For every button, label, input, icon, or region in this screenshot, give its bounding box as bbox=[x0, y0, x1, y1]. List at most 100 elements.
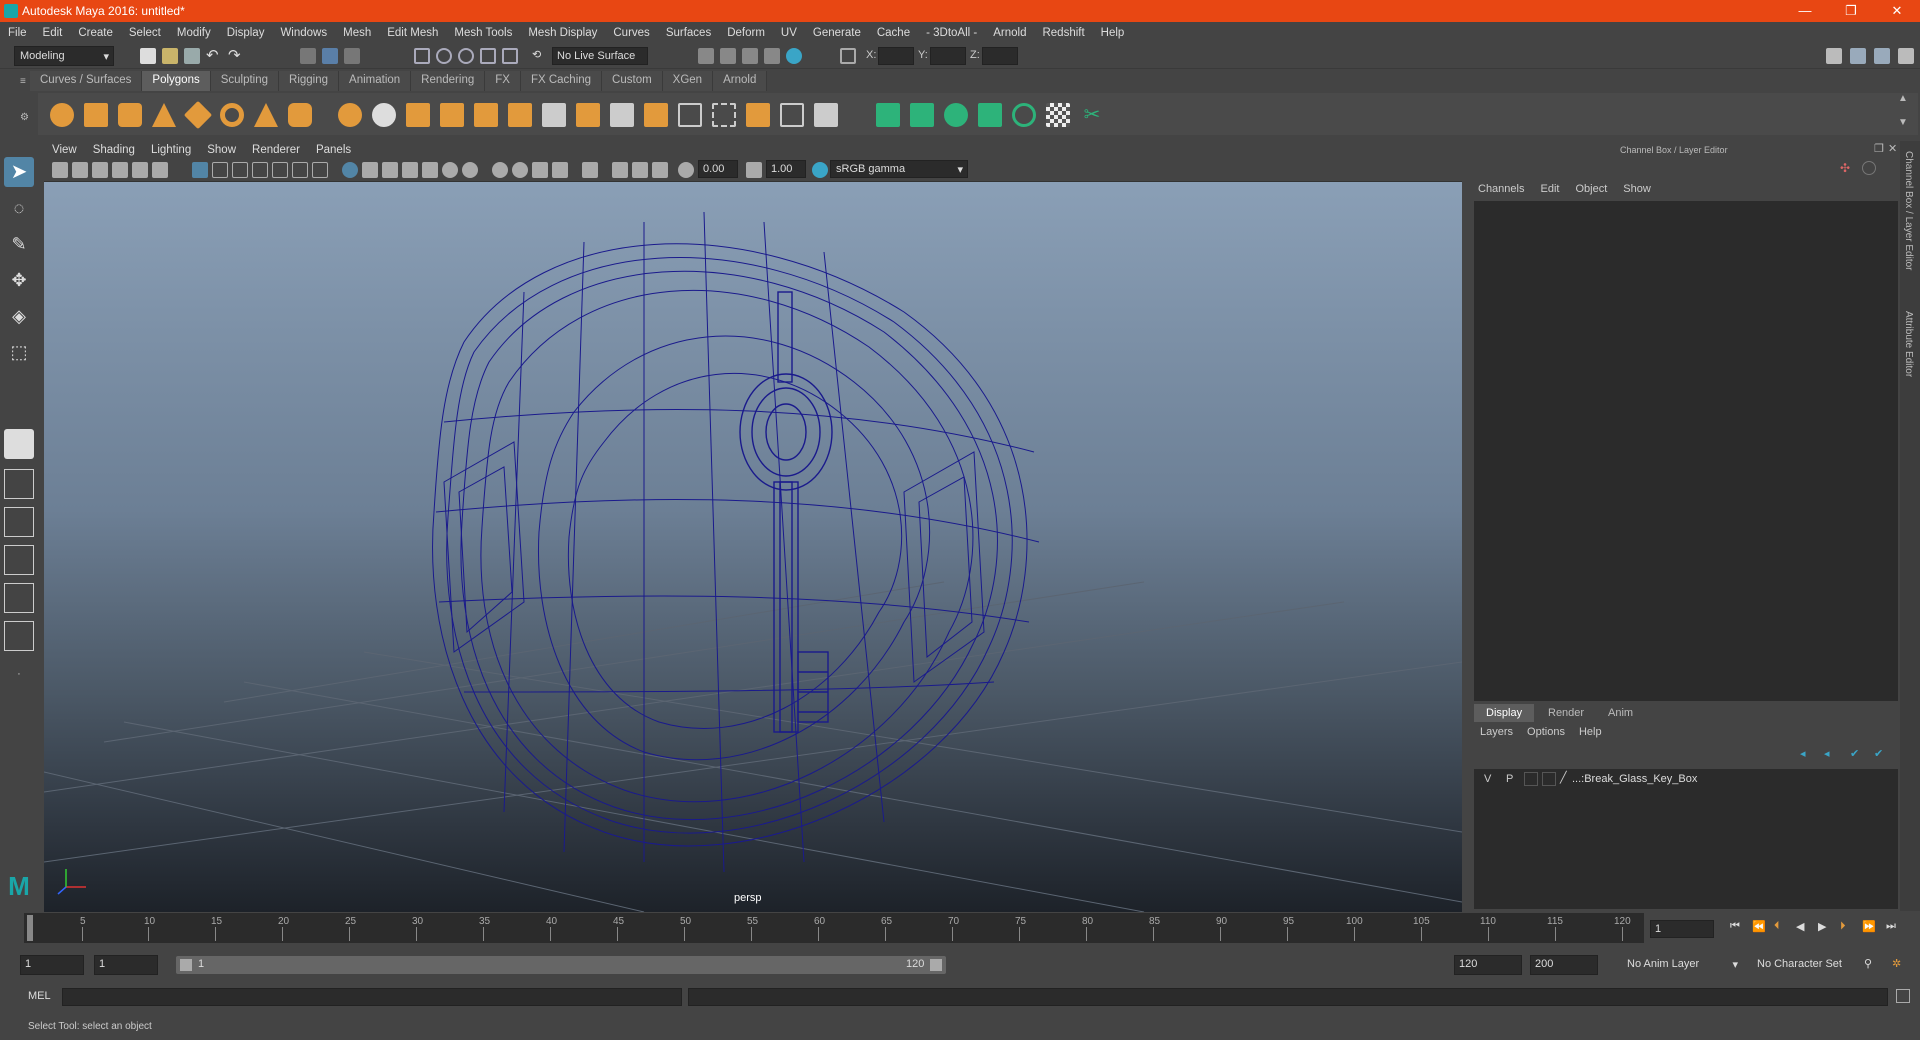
append-polygon-icon[interactable] bbox=[644, 103, 668, 127]
layer-type-toggle[interactable] bbox=[1524, 772, 1538, 786]
ipr-render-icon[interactable] bbox=[764, 48, 780, 64]
step-back-key-icon[interactable]: ⏪ bbox=[1752, 920, 1766, 933]
step-forward-key-icon[interactable]: ⏩ bbox=[1862, 920, 1876, 933]
exposure-icon[interactable] bbox=[678, 162, 694, 178]
poly-cone-icon[interactable] bbox=[152, 103, 176, 127]
channel-box-toggle-icon[interactable] bbox=[1898, 48, 1914, 64]
channel-menu-show[interactable]: Show bbox=[1615, 183, 1659, 201]
cut-uv-icon[interactable]: ✂ bbox=[1080, 103, 1104, 127]
layer-row[interactable]: V P ╱ ...:Break_Glass_Key_Box bbox=[1474, 769, 1898, 789]
menu-surfaces[interactable]: Surfaces bbox=[658, 27, 719, 39]
insert-edge-loop-icon[interactable] bbox=[576, 103, 600, 127]
modeling-toolkit-icon[interactable] bbox=[1826, 48, 1842, 64]
x-field[interactable] bbox=[878, 47, 914, 65]
shelf-tab-fx[interactable]: FX bbox=[485, 71, 521, 91]
layer-tab-anim[interactable]: Anim bbox=[1596, 704, 1646, 722]
transform-mode-icon[interactable] bbox=[840, 48, 856, 64]
mel-input[interactable] bbox=[62, 988, 682, 1006]
lasso-tool-icon[interactable]: ◌ bbox=[4, 193, 34, 223]
gamma-field[interactable]: 1.00 bbox=[766, 160, 806, 178]
save-scene-icon[interactable] bbox=[184, 48, 200, 64]
menu-mesh[interactable]: Mesh bbox=[335, 27, 379, 39]
xray-icon[interactable] bbox=[612, 162, 628, 178]
play-backwards-icon[interactable]: ◀ bbox=[1796, 920, 1804, 933]
shelf-tab-sculpting[interactable]: Sculpting bbox=[210, 71, 280, 91]
snap-live-icon[interactable] bbox=[502, 48, 518, 64]
separate-icon[interactable] bbox=[372, 103, 396, 127]
exposure-field[interactable]: 0.00 bbox=[698, 160, 738, 178]
select-by-hierarchy-icon[interactable] bbox=[300, 48, 316, 64]
hypershade-layout-icon[interactable] bbox=[4, 621, 34, 651]
four-view-layout-icon[interactable] bbox=[4, 469, 34, 499]
persp-graph-layout-icon[interactable] bbox=[4, 545, 34, 575]
offset-edge-loop-icon[interactable] bbox=[610, 103, 634, 127]
menu-mesh-tools[interactable]: Mesh Tools bbox=[446, 27, 520, 39]
hypershade-icon[interactable] bbox=[786, 48, 802, 64]
gamma-icon[interactable] bbox=[746, 162, 762, 178]
go-to-end-icon[interactable]: ⏭ bbox=[1886, 920, 1896, 933]
mel-label[interactable]: MEL bbox=[28, 990, 51, 1002]
grid-toggle-icon[interactable] bbox=[192, 162, 208, 178]
minimize-button[interactable]: — bbox=[1782, 0, 1828, 22]
time-slider[interactable]: 5 10 15 20 25 30 35 40 45 50 55 60 65 70… bbox=[24, 913, 1644, 943]
undo-icon[interactable]: ↶ bbox=[206, 48, 222, 64]
layer-menu-layers[interactable]: Layers bbox=[1470, 726, 1523, 744]
render-view-icon[interactable] bbox=[720, 48, 736, 64]
perspective-viewport[interactable]: persp bbox=[44, 182, 1462, 912]
channel-menu-edit[interactable]: Edit bbox=[1532, 183, 1567, 201]
menu-help[interactable]: Help bbox=[1093, 27, 1133, 39]
close-button[interactable]: ✕ bbox=[1874, 0, 1920, 22]
shelf-tab-rigging[interactable]: Rigging bbox=[279, 71, 340, 91]
outliner-layout-icon[interactable] bbox=[4, 583, 34, 613]
step-forward-frame-icon[interactable]: ⏵ bbox=[1840, 920, 1846, 933]
speed-icon[interactable] bbox=[1862, 161, 1876, 175]
range-slider[interactable]: 1 120 bbox=[176, 956, 946, 974]
channel-menu-object[interactable]: Object bbox=[1567, 183, 1615, 201]
bridge-icon[interactable] bbox=[440, 103, 464, 127]
viewport-menu-panels[interactable]: Panels bbox=[308, 144, 359, 156]
shelf-tab-arnold[interactable]: Arnold bbox=[713, 71, 768, 91]
select-by-object-icon[interactable] bbox=[322, 48, 338, 64]
wireframe-on-shaded-icon[interactable] bbox=[402, 162, 418, 178]
shelf-tab-rendering[interactable]: Rendering bbox=[411, 71, 486, 91]
menu-arnold[interactable]: Arnold bbox=[985, 27, 1034, 39]
start-time-field[interactable]: 1 bbox=[20, 955, 84, 975]
isolate-select-icon[interactable] bbox=[582, 162, 598, 178]
menu-file[interactable]: File bbox=[0, 27, 35, 39]
poly-cylinder-icon[interactable] bbox=[118, 103, 142, 127]
open-scene-icon[interactable] bbox=[162, 48, 178, 64]
menu-deform[interactable]: Deform bbox=[719, 27, 773, 39]
range-start-handle[interactable] bbox=[180, 959, 192, 971]
grease-pencil-icon[interactable] bbox=[152, 162, 168, 178]
mirror-icon[interactable] bbox=[780, 103, 804, 127]
side-tab-attribute-editor[interactable]: Attribute Editor bbox=[1903, 311, 1914, 377]
redo-icon[interactable]: ↷ bbox=[228, 48, 244, 64]
close-panel-icon[interactable]: ✕ bbox=[1888, 142, 1897, 155]
smooth-icon[interactable] bbox=[474, 103, 498, 127]
collapse-icon[interactable] bbox=[746, 103, 770, 127]
uv-checker-icon[interactable] bbox=[1046, 103, 1070, 127]
screen-space-ao-icon[interactable] bbox=[492, 162, 508, 178]
use-default-material-icon[interactable] bbox=[382, 162, 398, 178]
shelf-scroll-up-icon[interactable]: ▲ bbox=[1898, 93, 1908, 104]
shelf-settings-icon[interactable]: ⚙ bbox=[20, 112, 32, 124]
film-gate-icon[interactable] bbox=[212, 162, 228, 178]
layer-visibility-toggle[interactable]: V bbox=[1484, 773, 1491, 785]
xray-active-components-icon[interactable] bbox=[632, 162, 648, 178]
depth-of-field-icon[interactable] bbox=[552, 162, 568, 178]
layer-name[interactable]: ...:Break_Glass_Key_Box bbox=[1572, 773, 1697, 785]
field-chart-icon[interactable] bbox=[272, 162, 288, 178]
menu-display[interactable]: Display bbox=[219, 27, 273, 39]
go-to-start-icon[interactable]: ⏮ bbox=[1730, 920, 1740, 933]
layer-menu-options[interactable]: Options bbox=[1523, 726, 1569, 744]
tool-settings-toggle-icon[interactable] bbox=[1874, 48, 1890, 64]
menu-cache[interactable]: Cache bbox=[869, 27, 918, 39]
unfold-uv-icon[interactable] bbox=[1012, 103, 1036, 127]
y-field[interactable] bbox=[930, 47, 966, 65]
shelf-tab-custom[interactable]: Custom bbox=[602, 71, 663, 91]
resolution-gate-icon[interactable] bbox=[232, 162, 248, 178]
menu-curves[interactable]: Curves bbox=[605, 27, 657, 39]
extrude-icon[interactable] bbox=[406, 103, 430, 127]
render-current-icon[interactable] bbox=[742, 48, 758, 64]
render-settings-icon[interactable] bbox=[698, 48, 714, 64]
